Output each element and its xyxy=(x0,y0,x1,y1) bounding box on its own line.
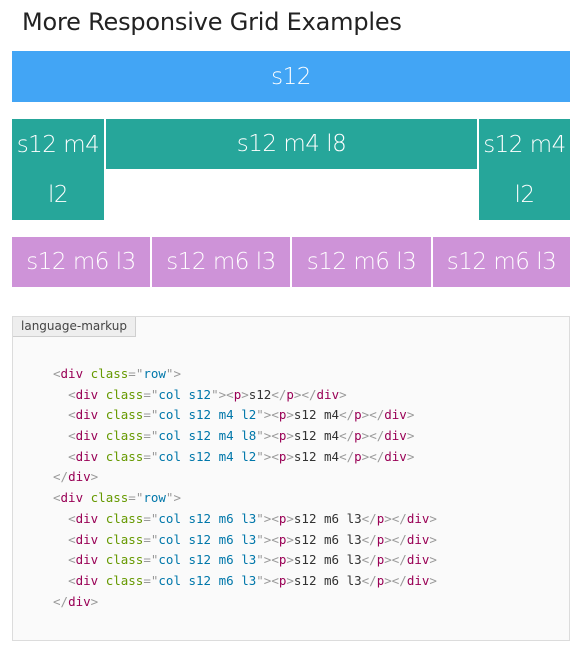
code-line: <div class="col s12 m4 l2"><p>s12 m4</p>… xyxy=(68,407,415,423)
code-line: <div class="col s12 m6 l3"><p>s12 m6 l3<… xyxy=(68,552,437,568)
grid-col-s12-m6-l3: s12 m6 l3 xyxy=(433,237,570,287)
grid-col-s12-m6-l3: s12 m6 l3 xyxy=(292,237,431,287)
code-line: <div class="col s12 m4 l8"><p>s12 m4</p>… xyxy=(68,428,415,444)
grid-col-s12-m4-l2-left-bottom: l2 xyxy=(12,170,104,220)
code-block: language-markup <div class="row"> <div c… xyxy=(12,316,570,641)
language-tag: language-markup xyxy=(13,317,136,337)
code-line: <div class="col s12 m4 l2"><p>s12 m4</p>… xyxy=(68,448,415,464)
grid-col-s12-m4-l2-right-top: s12 m4 xyxy=(479,119,570,170)
code-line: <div class="col s12 m6 l3"><p>s12 m6 l3<… xyxy=(68,572,437,588)
grid-col-s12-m6-l3: s12 m6 l3 xyxy=(12,237,150,287)
code-lines: <div class="row"> <div class="col s12"><… xyxy=(53,364,437,612)
code-line: <div class="row"> xyxy=(53,490,181,506)
grid-col-s12-m6-l3: s12 m6 l3 xyxy=(152,237,290,287)
code-line: <div class="col s12 m6 l3"><p>s12 m6 l3<… xyxy=(68,510,437,526)
code-line: <div class="col s12 m6 l3"><p>s12 m6 l3<… xyxy=(68,531,437,547)
code-line: </div> xyxy=(53,593,99,609)
grid-col-s12: s12 xyxy=(12,51,570,102)
grid-col-s12-m4-l2-left-top: s12 m4 xyxy=(12,119,104,170)
code-line: <div class="row"> xyxy=(53,366,181,381)
page-title: More Responsive Grid Examples xyxy=(22,8,402,36)
grid-col-s12-m4-l2-right-bottom: l2 xyxy=(479,170,570,220)
grid-col-s12-m4-l8: s12 m4 l8 xyxy=(106,119,477,169)
code-line: </div> xyxy=(53,469,99,485)
code-line: <div class="col s12"><p>s12</p></div> xyxy=(68,386,347,402)
